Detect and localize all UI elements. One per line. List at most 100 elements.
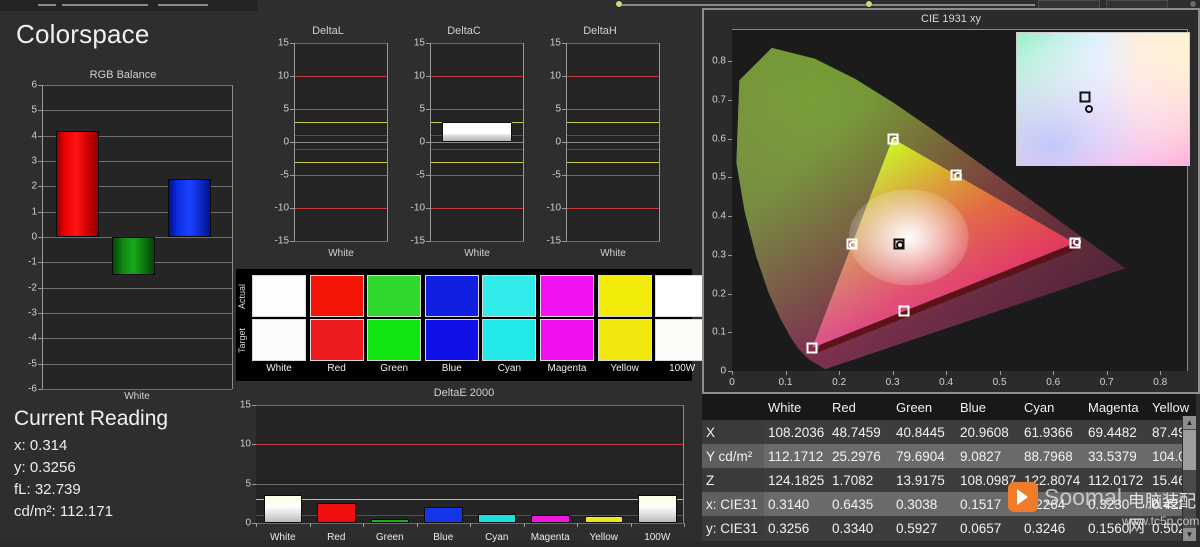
cie-marker-cyan-actual bbox=[849, 241, 857, 249]
table-column-header[interactable]: Green bbox=[892, 394, 956, 420]
scroll-up-arrow[interactable]: ▲ bbox=[1183, 416, 1196, 429]
delta-l-title: DeltaL bbox=[260, 25, 396, 37]
dE-bar bbox=[317, 503, 356, 523]
delta-gridline bbox=[566, 241, 660, 242]
table-vertical-scrollbar[interactable]: ▲ ▼ bbox=[1182, 416, 1196, 541]
inset-gradient bbox=[1017, 33, 1189, 165]
delta-reference-line bbox=[294, 208, 388, 209]
scroll-thumb[interactable] bbox=[1183, 430, 1196, 470]
table-cell: 48.7459 bbox=[828, 420, 892, 444]
swatch-actual bbox=[310, 275, 364, 317]
cie-y-tick-mark bbox=[728, 100, 732, 101]
table-cell: 79.6904 bbox=[892, 444, 956, 468]
table-cell: 0.1517 bbox=[956, 492, 1020, 516]
table-cell: 108.2036 bbox=[764, 420, 828, 444]
swatch-target bbox=[598, 319, 652, 361]
cie-x-tick-label: 0.1 bbox=[779, 377, 793, 388]
table-cell: 20.9608 bbox=[956, 420, 1020, 444]
current-reading-heading: Current Reading bbox=[14, 407, 168, 431]
page-title: Colorspace bbox=[16, 19, 150, 50]
table-row[interactable]: x: CIE310.31400.64350.30380.15170.22640.… bbox=[702, 492, 1196, 516]
cie-y-tick-label: 0.8 bbox=[712, 56, 726, 67]
cie-x-tick-label: 0.2 bbox=[832, 377, 846, 388]
dE-bar bbox=[585, 516, 624, 523]
dE-bar bbox=[424, 507, 463, 523]
table-row-header: x: CIE31 bbox=[702, 492, 764, 516]
swatch-actual bbox=[540, 275, 594, 317]
delta-gridline bbox=[566, 43, 660, 44]
table-column-header[interactable]: Cyan bbox=[1020, 394, 1084, 420]
table-cell: 13.9175 bbox=[892, 468, 956, 492]
delta-c-title: DeltaC bbox=[396, 25, 532, 37]
delta-gridline bbox=[294, 43, 388, 44]
delta-reference-line bbox=[566, 208, 660, 209]
rgb-balance-plot: 6543210-1-2-3-4-5-6 bbox=[42, 85, 233, 389]
dE-category-label: Cyan bbox=[470, 532, 524, 543]
table-column-header[interactable]: Blue bbox=[956, 394, 1020, 420]
delta-gridline bbox=[566, 109, 660, 110]
rgb-ytick-label: 3 bbox=[31, 156, 37, 167]
inset-target-marker bbox=[1080, 92, 1091, 103]
delta-h-plot: 151050-5-10-15 bbox=[566, 43, 660, 241]
rgb-ytick-label: -5 bbox=[28, 358, 37, 369]
rgb-ytick-label: -6 bbox=[28, 384, 37, 395]
table-cell: 0.3140 bbox=[764, 492, 828, 516]
table-cell: 0.3256 bbox=[764, 516, 828, 540]
delta-c-xlabel: White bbox=[430, 248, 524, 259]
delta-e-2000-chart: DeltaE 2000 151050WhiteRedGreenBlueCyanM… bbox=[236, 387, 692, 547]
table-row[interactable]: Y cd/m²112.171225.297679.69049.082788.79… bbox=[702, 444, 1196, 468]
cie-1931-panel: CIE 1931 xy 00.10.20.30.40.50.60.70.800.… bbox=[702, 8, 1200, 394]
inset-actual-marker bbox=[1085, 105, 1093, 113]
table-cell: 61.9366 bbox=[1020, 420, 1084, 444]
measurements-table-wrap[interactable]: WhiteRedGreenBlueCyanMagentaYellowX108.2… bbox=[702, 394, 1196, 541]
rgb-ytick-label: -2 bbox=[28, 282, 37, 293]
top-track-seg bbox=[38, 4, 56, 6]
current-reading-block: Current Reading x: 0.314 y: 0.3256 fL: 3… bbox=[14, 407, 168, 520]
cie-y-tick-label: 0.6 bbox=[712, 133, 726, 144]
swatch-name: Cyan bbox=[482, 363, 536, 374]
cie-chart-title: CIE 1931 xy bbox=[704, 13, 1198, 25]
rgb-ytick-label: 6 bbox=[31, 80, 37, 91]
dE-ytick-mark bbox=[252, 405, 256, 406]
rgb-ytick-label: 5 bbox=[31, 105, 37, 116]
reading-cdm2: cd/m²: 112.171 bbox=[14, 503, 168, 520]
dE-category-label: Green bbox=[363, 532, 417, 543]
table-column-header[interactable]: Red bbox=[828, 394, 892, 420]
table-column-header[interactable]: Magenta bbox=[1084, 394, 1148, 420]
table-cell: 9.0827 bbox=[956, 444, 1020, 468]
delta-ytick-label: 5 bbox=[555, 104, 561, 115]
table-cell: 0.3246 bbox=[1020, 516, 1084, 540]
top-track-seg bbox=[158, 4, 208, 6]
delta-ytick-label: 15 bbox=[550, 38, 561, 49]
dE-category-label: Blue bbox=[417, 532, 471, 543]
rgb-gridline bbox=[42, 313, 232, 314]
cie-y-tick-mark bbox=[728, 371, 732, 372]
rgb-balance-xlabel: White bbox=[42, 391, 232, 402]
delta-ytick-mark bbox=[562, 241, 566, 242]
top-marker-dot[interactable] bbox=[616, 1, 622, 7]
table-row[interactable]: y: CIE310.32560.33400.59270.06570.32460.… bbox=[702, 516, 1196, 540]
table-column-header[interactable] bbox=[702, 394, 764, 420]
delta-c-chart: DeltaC 151050-5-10-15 White bbox=[396, 25, 532, 263]
reading-fl: fL: 32.739 bbox=[14, 481, 168, 498]
measurements-table: WhiteRedGreenBlueCyanMagentaYellowX108.2… bbox=[702, 394, 1196, 540]
delta-ytick-label: 10 bbox=[550, 71, 561, 82]
table-cell: 0.3038 bbox=[892, 492, 956, 516]
dE-xtick-mark bbox=[524, 523, 525, 527]
cie-y-tick-mark bbox=[728, 139, 732, 140]
table-row[interactable]: X108.203648.745940.844520.960861.936669.… bbox=[702, 420, 1196, 444]
table-cell: 69.4482 bbox=[1084, 420, 1148, 444]
table-cell: 122.8074 bbox=[1020, 468, 1084, 492]
rgb-ytick-label: 1 bbox=[31, 206, 37, 217]
scroll-down-arrow[interactable]: ▼ bbox=[1183, 528, 1196, 541]
cie-x-tick-label: 0.6 bbox=[1046, 377, 1060, 388]
table-column-header[interactable]: White bbox=[764, 394, 828, 420]
rgb-ytick-label: 0 bbox=[31, 232, 37, 243]
delta-h-title: DeltaH bbox=[532, 25, 668, 37]
table-cell: 0.3230 bbox=[1084, 492, 1148, 516]
rgb-bar-green bbox=[112, 237, 155, 275]
top-track-seg bbox=[62, 4, 148, 6]
cie-y-tick-label: 0 bbox=[720, 366, 726, 377]
delta-ytick-label: 15 bbox=[414, 38, 425, 49]
table-row[interactable]: Z124.18251.708213.9175108.0987122.807411… bbox=[702, 468, 1196, 492]
